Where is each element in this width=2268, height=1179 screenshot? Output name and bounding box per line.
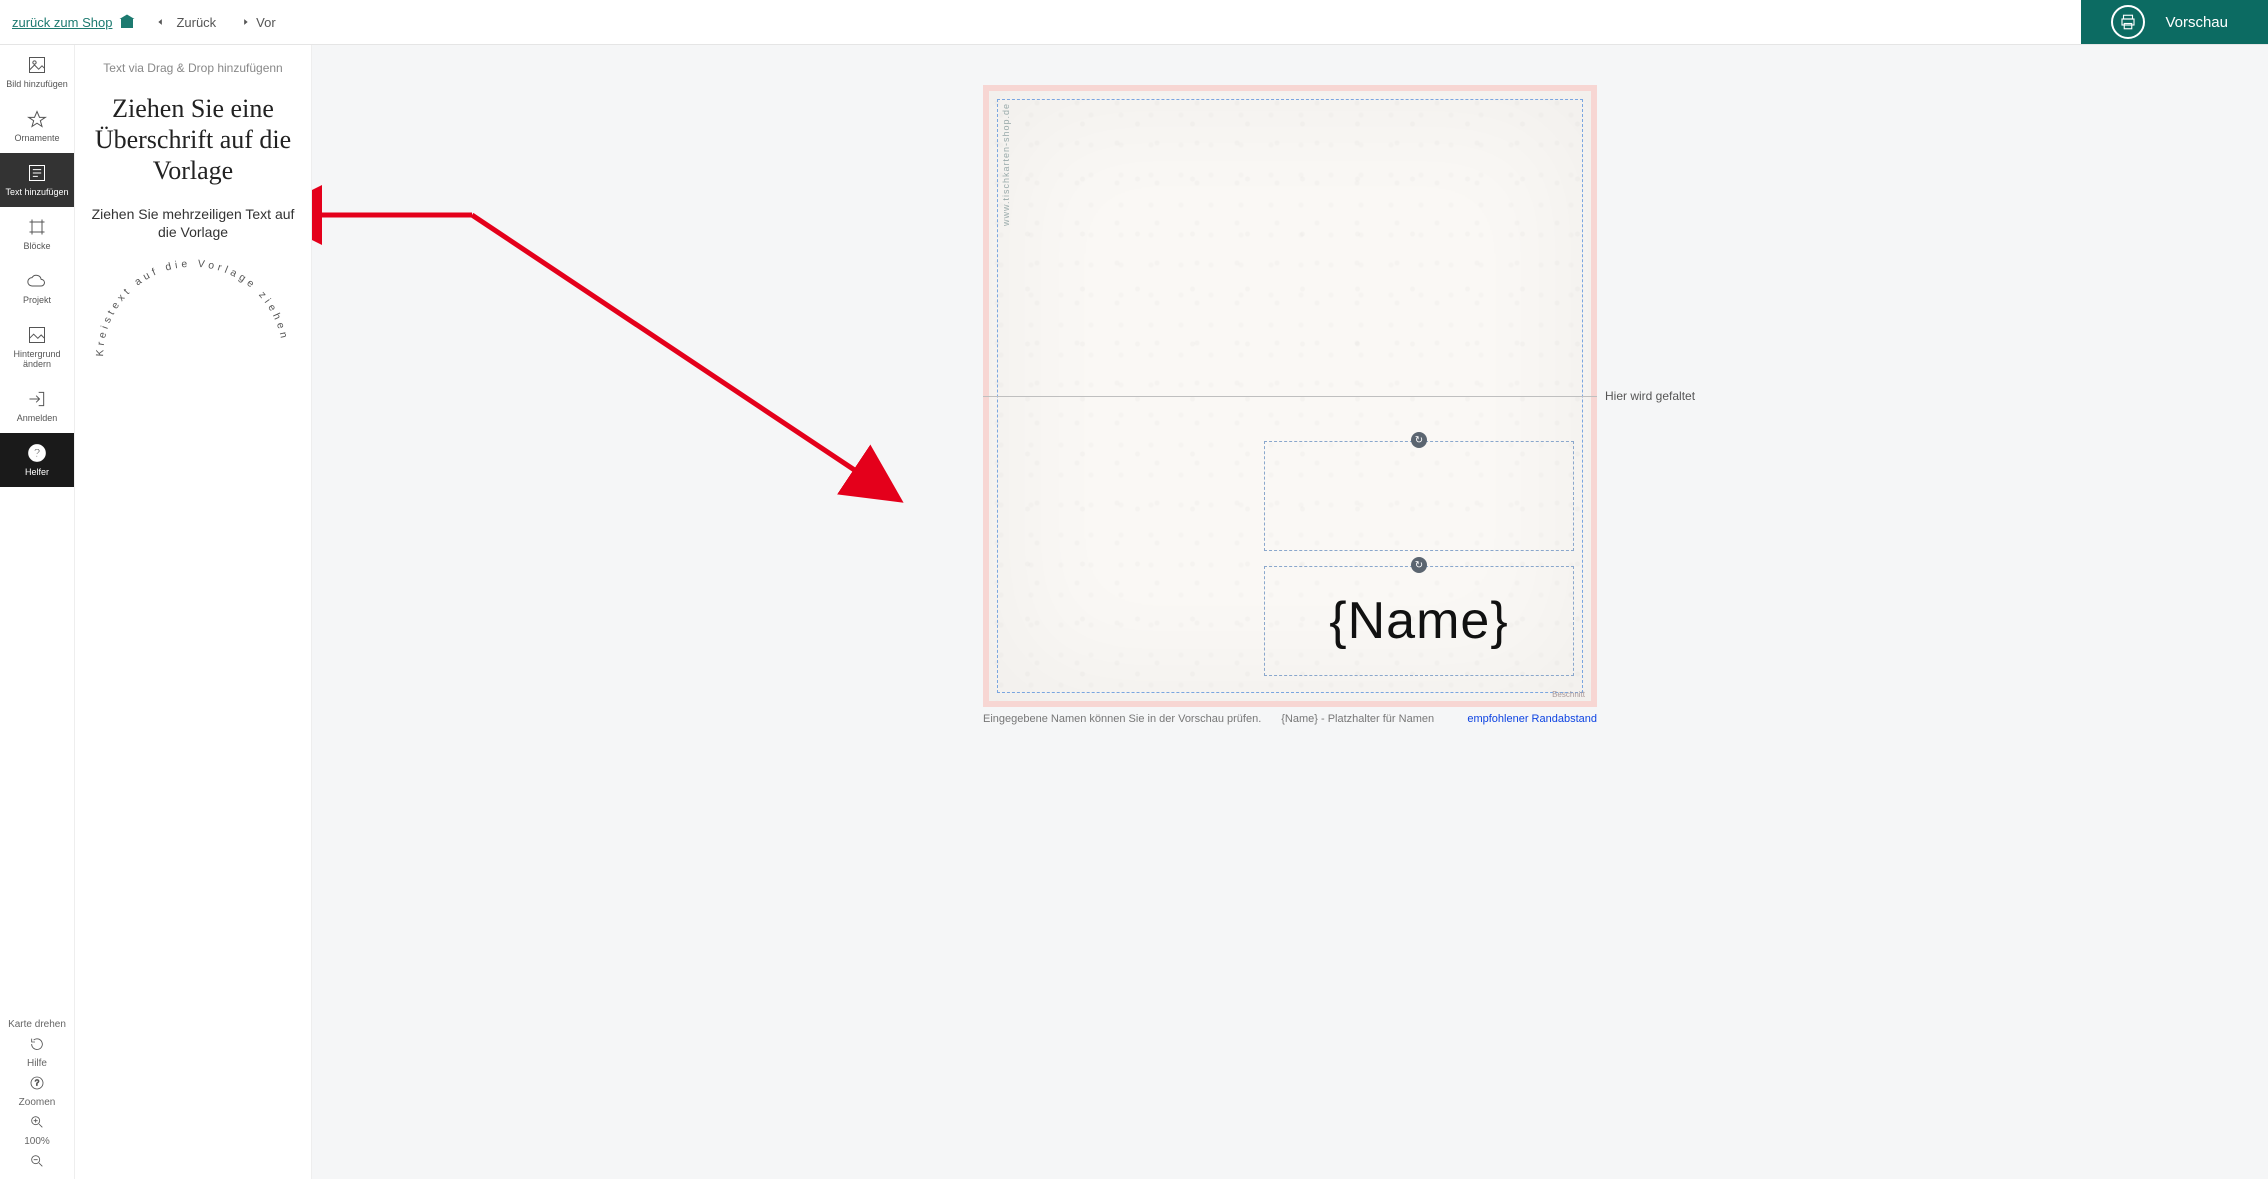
- rotate-handle[interactable]: [1411, 432, 1427, 448]
- rail-add-image[interactable]: Bild hinzufügen: [0, 45, 74, 99]
- rail-add-text[interactable]: Text hinzufügen: [0, 153, 74, 207]
- background-icon: [27, 325, 47, 345]
- name-placeholder-text: {Name}: [1329, 591, 1508, 651]
- redo-label: Vor: [256, 15, 276, 30]
- redo-button[interactable]: Vor: [236, 15, 276, 30]
- help-footer-icon[interactable]: ?: [29, 1075, 45, 1091]
- text-icon: [27, 163, 47, 183]
- redo-icon: [236, 15, 250, 29]
- main-area: Bild hinzufügen Ornamente Text hinzufüge…: [0, 45, 2268, 1179]
- rail-label: Text hinzufügen: [5, 187, 68, 197]
- text-options-panel: Text via Drag & Drop hinzufügenn Ziehen …: [75, 45, 312, 1179]
- header-left: zurück zum Shop Zurück Vor: [0, 13, 276, 31]
- drag-heading-template[interactable]: Ziehen Sie eine Überschrift auf die Vorl…: [89, 93, 297, 187]
- rail-ornaments[interactable]: Ornamente: [0, 99, 74, 153]
- fold-line: [983, 396, 1597, 397]
- card-template[interactable]: www.tischkarten-shop.de Hier wird gefalt…: [983, 85, 1597, 707]
- undo-icon: [156, 15, 170, 29]
- rail-helper[interactable]: ? Helfer: [0, 433, 74, 487]
- rail-login[interactable]: Anmelden: [0, 379, 74, 433]
- tool-rail: Bild hinzufügen Ornamente Text hinzufüge…: [0, 45, 75, 1179]
- rail-project[interactable]: Projekt: [0, 261, 74, 315]
- back-to-shop-link[interactable]: zurück zum Shop: [12, 13, 136, 31]
- preview-button[interactable]: Vorschau: [2081, 0, 2268, 44]
- canvas-area[interactable]: www.tischkarten-shop.de Hier wird gefalt…: [312, 45, 2268, 1179]
- help-icon: ?: [27, 443, 47, 463]
- zoom-out-icon[interactable]: [29, 1153, 45, 1169]
- back-to-shop-label: zurück zum Shop: [12, 15, 112, 30]
- undo-label: Zurück: [176, 15, 216, 30]
- bleed-label: Beschnitt: [1552, 690, 1585, 699]
- card-wrap: www.tischkarten-shop.de Hier wird gefalt…: [983, 85, 1597, 725]
- drag-circle-text-template[interactable]: Kreistext auf die Vorlage ziehen: [89, 259, 297, 369]
- login-icon: [27, 389, 47, 409]
- rail-label: Hintergrund ändern: [2, 349, 72, 369]
- instruction-arrow: [312, 175, 922, 515]
- cloud-icon: [27, 271, 47, 291]
- zoom-in-icon[interactable]: [29, 1114, 45, 1130]
- rotate-icon[interactable]: [29, 1036, 45, 1052]
- rail-label: Ornamente: [14, 133, 59, 143]
- rail-label: Anmelden: [17, 413, 58, 423]
- help-label: Hilfe: [27, 1058, 47, 1069]
- undo-button[interactable]: Zurück: [156, 15, 216, 30]
- svg-text:?: ?: [35, 1079, 40, 1088]
- printer-icon: [2111, 5, 2145, 39]
- fold-label: Hier wird gefaltet: [1605, 389, 1695, 403]
- rail-label: Helfer: [25, 467, 49, 477]
- rail-background[interactable]: Hintergrund ändern: [0, 315, 74, 379]
- app-header: zurück zum Shop Zurück Vor Vorschau: [0, 0, 2268, 45]
- ornament-icon: [27, 109, 47, 129]
- blocks-icon: [27, 217, 47, 237]
- rail-blocks[interactable]: Blöcke: [0, 207, 74, 261]
- text-placeholder-empty[interactable]: [1264, 441, 1574, 551]
- image-icon: [27, 55, 47, 75]
- shop-icon: [118, 13, 136, 31]
- drag-multiline-template[interactable]: Ziehen Sie mehrzeiligen Text auf die Vor…: [89, 205, 297, 241]
- watermark-text: www.tischkarten-shop.de: [1001, 103, 1011, 226]
- rail-label: Projekt: [23, 295, 51, 305]
- rail-label: Blöcke: [23, 241, 50, 251]
- panel-hint: Text via Drag & Drop hinzufügenn: [89, 61, 297, 75]
- card-footer: Eingegebene Namen können Sie in der Vors…: [983, 713, 1597, 725]
- circle-text-label: Kreistext auf die Vorlage ziehen: [95, 259, 290, 357]
- zoom-value: 100%: [24, 1136, 50, 1147]
- svg-text:?: ?: [33, 447, 40, 460]
- header-right: Vorschau: [2081, 0, 2268, 44]
- rail-label: Bild hinzufügen: [6, 79, 68, 89]
- preview-label: Vorschau: [2165, 14, 2228, 31]
- zoom-label: Zoomen: [19, 1097, 56, 1108]
- rotate-card-label: Karte drehen: [8, 1019, 66, 1030]
- footer-hint-left: Eingegebene Namen können Sie in der Vors…: [983, 713, 1261, 725]
- footer-hint-right[interactable]: empfohlener Randabstand: [1467, 713, 1597, 725]
- rail-footer: Karte drehen Hilfe ? Zoomen 100%: [0, 1019, 74, 1179]
- footer-hint-mid: {Name} - Platzhalter für Namen: [1281, 713, 1434, 725]
- name-placeholder-box[interactable]: {Name}: [1264, 566, 1574, 676]
- rotate-handle[interactable]: [1411, 557, 1427, 573]
